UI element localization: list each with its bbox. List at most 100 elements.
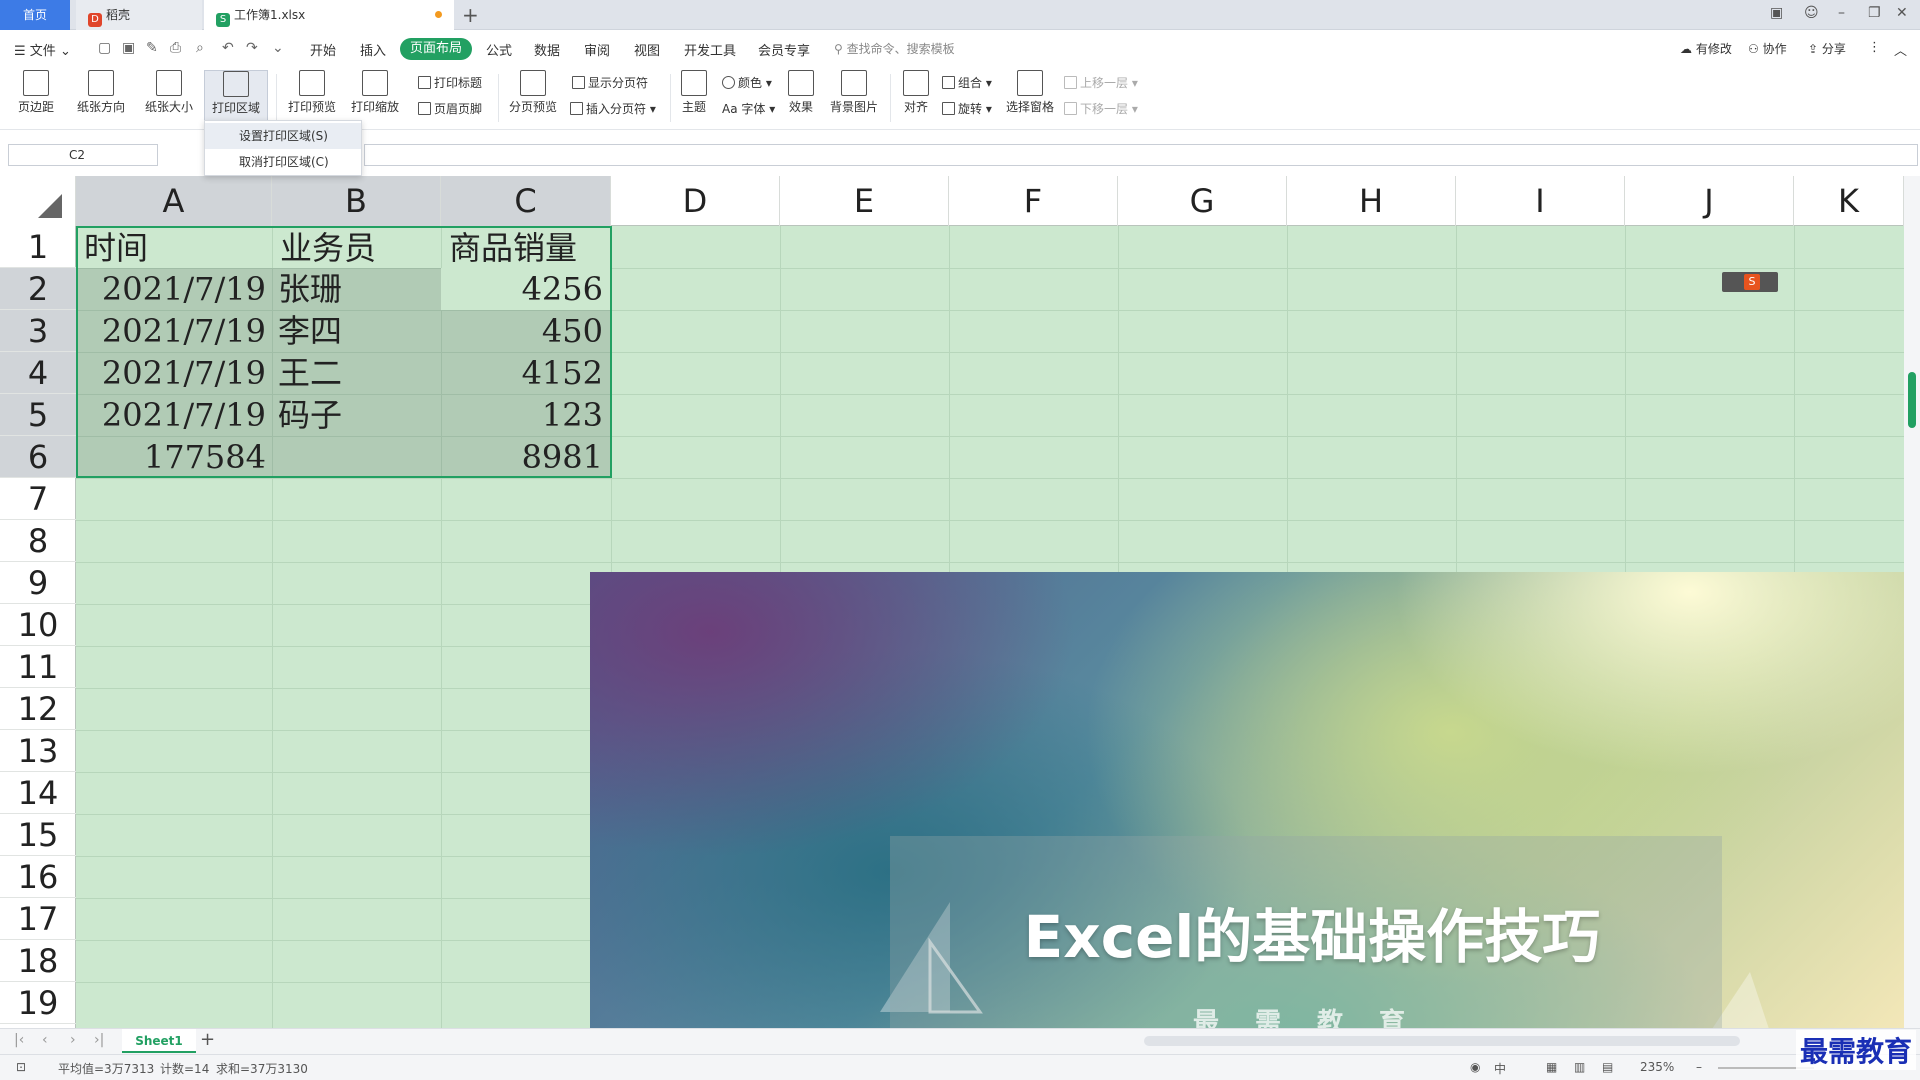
menu-page-layout[interactable]: 页面布局: [400, 38, 473, 60]
new-doc-icon[interactable]: ▢: [98, 40, 111, 56]
redo-icon[interactable]: ↷: [246, 40, 258, 56]
preview-icon[interactable]: ⌕: [196, 40, 204, 56]
effects-button[interactable]: 效果: [782, 70, 820, 115]
cell-b4[interactable]: 王二: [278, 352, 342, 394]
bring-forward-button[interactable]: 上移一层 ▾: [1064, 74, 1138, 91]
spreadsheet-grid[interactable]: A B C D E F G H I J K 1 2 3 4 5 6 7 8 9 …: [0, 176, 1904, 1028]
file-menu[interactable]: ☰ 文件 ⌄: [14, 40, 71, 59]
cell-b1[interactable]: 业务员: [280, 227, 376, 269]
paper-size-button[interactable]: 纸张大小: [138, 70, 200, 115]
first-sheet-icon[interactable]: |‹: [14, 1032, 24, 1048]
cell-c2[interactable]: 4256: [441, 268, 603, 310]
save-icon[interactable]: ▣: [122, 40, 135, 56]
undo-icon[interactable]: ↶: [222, 40, 234, 56]
new-tab-button[interactable]: +: [462, 3, 479, 27]
cell-b2[interactable]: 张珊: [278, 268, 342, 310]
minimize-icon[interactable]: –: [1838, 5, 1845, 21]
menu-formula[interactable]: 公式: [486, 40, 512, 59]
command-search[interactable]: ⚲ 查找命令、搜索模板: [834, 40, 955, 57]
sheet-tab[interactable]: Sheet1: [122, 1029, 196, 1053]
column-header-j[interactable]: J: [1625, 176, 1794, 226]
share-button[interactable]: ⇪ 分享: [1808, 40, 1846, 57]
row-header[interactable]: 12: [0, 688, 76, 730]
menu-developer[interactable]: 开发工具: [684, 40, 736, 59]
column-header-e[interactable]: E: [780, 176, 949, 226]
colors-button[interactable]: 颜色 ▾: [722, 74, 772, 91]
print-preview-button[interactable]: 打印预览: [284, 70, 340, 115]
row-header[interactable]: 9: [0, 562, 76, 604]
column-header-c[interactable]: C: [441, 176, 611, 226]
cell-c4[interactable]: 4152: [441, 352, 603, 394]
column-header-i[interactable]: I: [1456, 176, 1625, 226]
page-break-view-icon[interactable]: ▤: [1602, 1060, 1613, 1074]
margins-button[interactable]: 页边距: [12, 70, 60, 115]
inserted-image[interactable]: Excel的基础操作技巧 最需教育: [590, 572, 1904, 1028]
column-header-d[interactable]: D: [611, 176, 780, 226]
row-header[interactable]: 19: [0, 982, 76, 1024]
cell-b3[interactable]: 李四: [278, 310, 342, 352]
menu-view[interactable]: 视图: [634, 40, 660, 59]
cell-b5[interactable]: 码子: [278, 394, 342, 436]
print-icon[interactable]: ⎙: [170, 40, 181, 56]
row-header[interactable]: 4: [0, 352, 76, 394]
zoom-out-icon[interactable]: –: [1696, 1060, 1702, 1074]
print-area-button[interactable]: 打印区域: [204, 70, 268, 124]
input-mode-indicator[interactable]: 中: [1494, 1060, 1506, 1077]
row-header[interactable]: 15: [0, 814, 76, 856]
column-header-g[interactable]: G: [1118, 176, 1287, 226]
avatar[interactable]: ☺: [1804, 5, 1819, 21]
eye-protection-icon[interactable]: ◉: [1470, 1060, 1480, 1074]
menu-insert[interactable]: 插入: [360, 40, 386, 59]
cell-c5[interactable]: 123: [441, 394, 603, 436]
maximize-icon[interactable]: ❐: [1868, 5, 1881, 21]
row-header[interactable]: 13: [0, 730, 76, 772]
cell-c6[interactable]: 8981: [441, 436, 603, 478]
row-header[interactable]: 6: [0, 436, 76, 478]
collapse-ribbon-icon[interactable]: ︿: [1894, 40, 1907, 59]
zoom-level[interactable]: 235%: [1640, 1060, 1674, 1074]
page-break-preview-button[interactable]: 分页预览: [504, 70, 562, 115]
tab-home[interactable]: 首页: [0, 0, 70, 30]
align-button[interactable]: 对齐: [896, 70, 936, 115]
row-header[interactable]: 5: [0, 394, 76, 436]
cell-a6[interactable]: 177584: [76, 436, 266, 478]
row-header[interactable]: 10: [0, 604, 76, 646]
rotate-button[interactable]: 旋转 ▾: [942, 100, 992, 117]
row-header[interactable]: 8: [0, 520, 76, 562]
column-header-b[interactable]: B: [272, 176, 441, 226]
close-icon[interactable]: ✕: [1896, 5, 1908, 21]
ime-floating-button[interactable]: S: [1722, 272, 1778, 292]
collab-button[interactable]: ⚇ 协作: [1748, 40, 1787, 57]
menu-data[interactable]: 数据: [534, 40, 560, 59]
formula-input[interactable]: [364, 144, 1918, 166]
menu-review[interactable]: 审阅: [584, 40, 610, 59]
cell-a2[interactable]: 2021/7/19: [76, 268, 266, 310]
header-footer-button[interactable]: 页眉页脚: [418, 100, 482, 117]
clear-print-area-item[interactable]: 取消打印区域(C): [205, 149, 361, 175]
print-scale-button[interactable]: 打印缩放: [344, 70, 406, 115]
row-header[interactable]: 1: [0, 226, 76, 268]
menu-member[interactable]: 会员专享: [758, 40, 810, 59]
layout-icon[interactable]: ▣: [1770, 5, 1783, 21]
column-header-f[interactable]: F: [949, 176, 1118, 226]
row-header[interactable]: 17: [0, 898, 76, 940]
show-page-breaks-checkbox[interactable]: 显示分页符: [572, 74, 648, 91]
print-titles-button[interactable]: 打印标题: [418, 74, 482, 91]
menu-start[interactable]: 开始: [310, 40, 336, 59]
page-layout-view-icon[interactable]: ▥: [1574, 1060, 1585, 1074]
insert-page-break-button[interactable]: 插入分页符 ▾: [570, 100, 656, 117]
cell-c1[interactable]: 商品销量: [449, 227, 577, 269]
add-sheet-button[interactable]: +: [200, 1029, 215, 1050]
selection-pane-button[interactable]: 选择窗格: [1004, 70, 1056, 115]
row-header[interactable]: 2: [0, 268, 76, 310]
send-backward-button[interactable]: 下移一层 ▾: [1064, 100, 1138, 117]
prev-sheet-icon[interactable]: ‹: [42, 1032, 48, 1048]
tab-workbook[interactable]: S 工作簿1.xlsx: [204, 0, 454, 30]
row-header[interactable]: 7: [0, 478, 76, 520]
macro-icon[interactable]: ⊡: [16, 1060, 26, 1074]
horizontal-scrollbar[interactable]: [1144, 1036, 1740, 1046]
cell-a1[interactable]: 时间: [84, 227, 148, 269]
vertical-scroll-thumb[interactable]: [1908, 372, 1916, 428]
column-header-h[interactable]: H: [1287, 176, 1456, 226]
changes-button[interactable]: ☁ 有修改: [1680, 40, 1732, 57]
